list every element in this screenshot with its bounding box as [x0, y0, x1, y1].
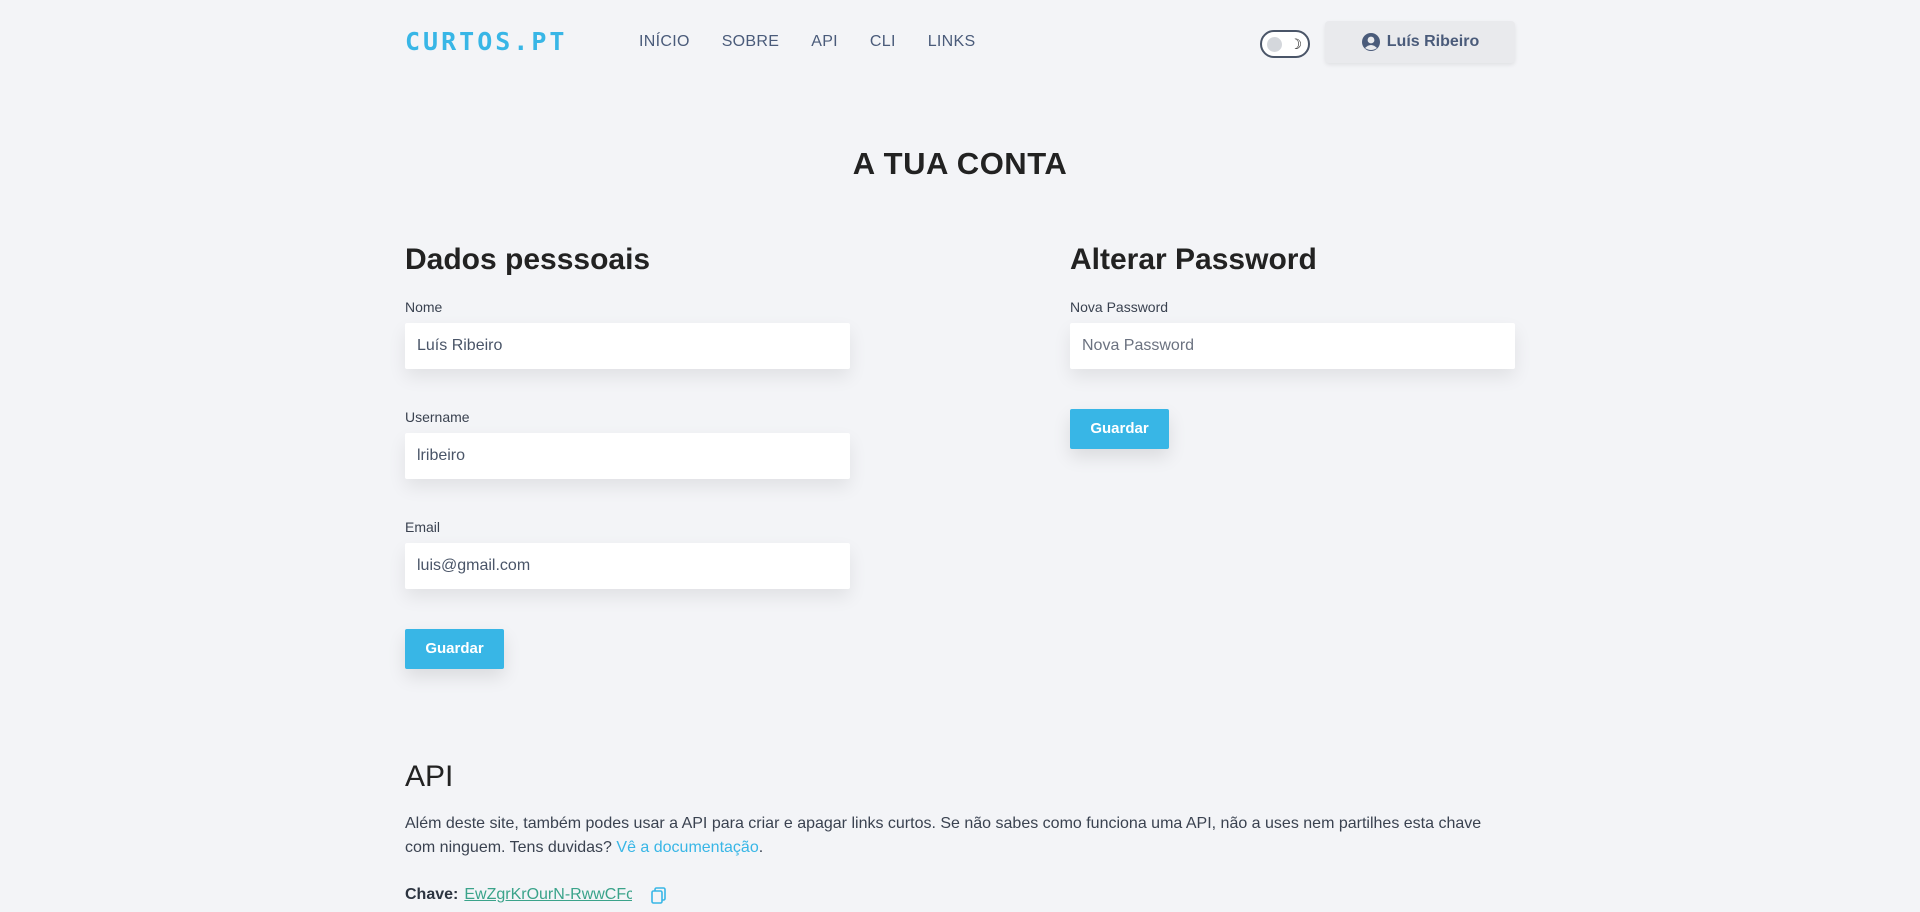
- email-label: Email: [405, 519, 441, 535]
- header: CURTOS.PT INÍCIO SOBRE API CLI LINKS ☽ L…: [405, 0, 1515, 86]
- nav-item-links[interactable]: LINKS: [928, 33, 976, 51]
- change-password-section: Alterar Password Nova Password Guardar: [1070, 243, 1515, 449]
- nav-item-cli[interactable]: CLI: [870, 33, 896, 51]
- api-key-value[interactable]: EwZgrKrOurN-RwwCFc: [464, 886, 632, 904]
- save-password-button[interactable]: Guardar: [1070, 409, 1169, 449]
- dark-mode-toggle[interactable]: ☽: [1260, 30, 1310, 58]
- api-key-label: Chave:: [405, 886, 459, 903]
- user-menu-button[interactable]: Luís Ribeiro: [1325, 21, 1515, 63]
- docs-link[interactable]: Vê a documentação: [616, 839, 758, 856]
- personal-data-section: Dados pesssoais Nome Username Email Guar…: [405, 243, 850, 669]
- user-name: Luís Ribeiro: [1386, 33, 1480, 50]
- nav-item-inicio[interactable]: INÍCIO: [639, 33, 690, 51]
- moon-icon: ☽: [1289, 36, 1302, 52]
- new-password-label: Nova Password: [1070, 299, 1169, 315]
- api-section: API Além deste site, também podes usar a…: [405, 760, 1515, 904]
- api-heading: API: [405, 760, 454, 793]
- api-description-text: Além deste site, também podes usar a API…: [405, 815, 1482, 856]
- new-password-field[interactable]: [1070, 323, 1515, 369]
- email-field[interactable]: [405, 543, 850, 589]
- personal-data-heading: Dados pesssoais: [405, 243, 651, 276]
- copy-icon[interactable]: [650, 886, 668, 904]
- name-field[interactable]: [405, 323, 850, 369]
- save-personal-button[interactable]: Guardar: [405, 629, 504, 669]
- name-label: Nome: [405, 299, 443, 315]
- nav-item-sobre[interactable]: SOBRE: [722, 33, 780, 51]
- user-circle-icon: [1361, 33, 1380, 51]
- username-label: Username: [405, 409, 470, 425]
- api-key-row: Chave: EwZgrKrOurN-RwwCFc: [405, 886, 1515, 904]
- nav-item-api[interactable]: API: [811, 33, 838, 51]
- change-password-heading: Alterar Password: [1070, 243, 1317, 276]
- page-title: A TUA CONTA: [852, 146, 1068, 181]
- main-nav: INÍCIO SOBRE API CLI LINKS: [639, 33, 1007, 51]
- logo[interactable]: CURTOS.PT: [405, 27, 567, 56]
- toggle-knob: [1267, 37, 1282, 52]
- username-field[interactable]: [405, 433, 850, 479]
- api-description: Além deste site, também podes usar a API…: [405, 815, 1482, 856]
